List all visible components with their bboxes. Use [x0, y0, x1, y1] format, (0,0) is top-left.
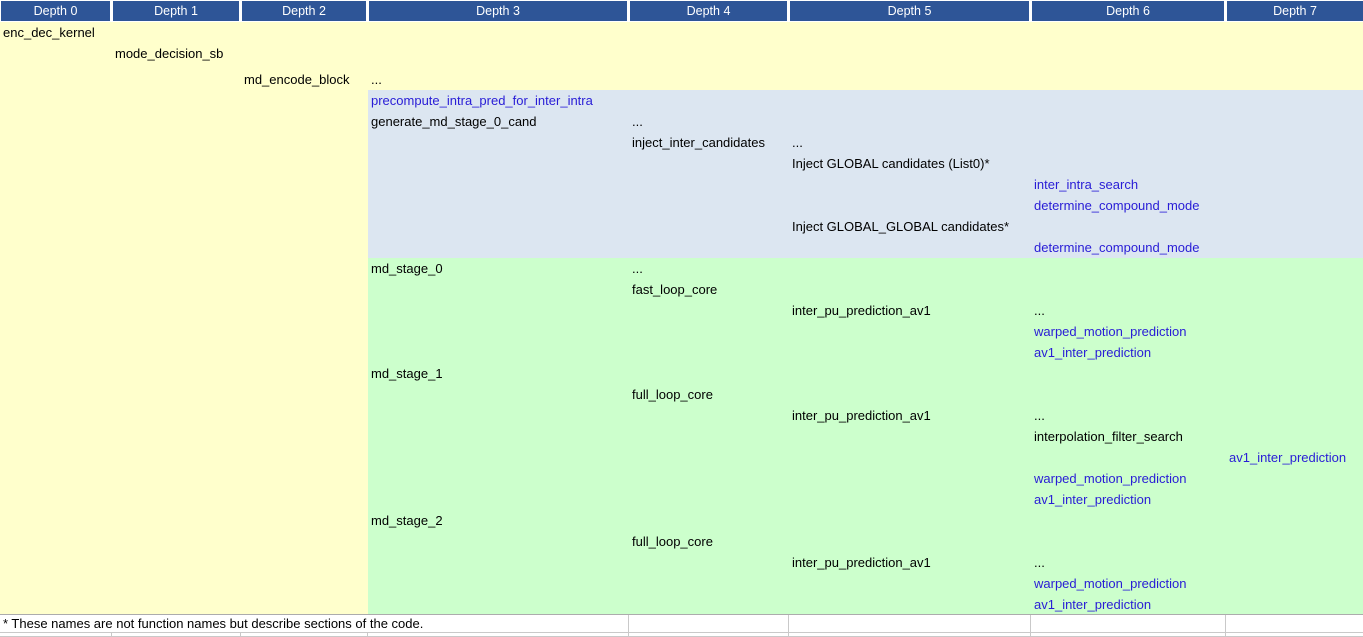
tree-row: interpolation_filter_search — [0, 426, 1363, 447]
tree-row: warped_motion_prediction — [0, 468, 1363, 489]
column-header-depth-4: Depth 4 — [630, 1, 787, 21]
link-determine-compound-mode[interactable]: determine_compound_mode — [1034, 237, 1200, 258]
tree-row: av1_inter_prediction — [0, 342, 1363, 363]
tree-row: md_stage_2 — [0, 510, 1363, 531]
tree-row: md_stage_1 — [0, 363, 1363, 384]
tree-row: inject_inter_candidates... — [0, 132, 1363, 153]
column-header-depth-6: Depth 6 — [1032, 1, 1224, 21]
section-fill-green — [368, 510, 1363, 531]
tree-row: generate_md_stage_0_cand... — [0, 111, 1363, 132]
tree-row: warped_motion_prediction — [0, 573, 1363, 594]
column-header-depth-3: Depth 3 — [369, 1, 627, 21]
section-fill-green — [368, 594, 1363, 615]
cell-ellipsis: ... — [1034, 300, 1045, 321]
tree-row: full_loop_core — [0, 384, 1363, 405]
cell-ellipsis: ... — [1034, 405, 1045, 426]
cell-md-stage-1: md_stage_1 — [371, 363, 443, 384]
tree-row: av1_inter_prediction — [0, 594, 1363, 615]
section-fill-blue — [368, 174, 1363, 195]
cell-ellipsis: ... — [371, 69, 382, 90]
cell-md-stage-0: md_stage_0 — [371, 258, 443, 279]
cell-ellipsis: ... — [632, 111, 643, 132]
section-fill-green — [368, 447, 1363, 468]
tree-row: warped_motion_prediction — [0, 321, 1363, 342]
gridline-vertical — [1225, 615, 1226, 632]
link-precompute-intra-pred-for-inter-intra[interactable]: precompute_intra_pred_for_inter_intra — [371, 90, 593, 111]
column-header-depth-2: Depth 2 — [242, 1, 366, 21]
cell-inject-global-global-candidates: Inject GLOBAL_GLOBAL candidates* — [792, 216, 1009, 237]
cell-full-loop-core: full_loop_core — [632, 531, 713, 552]
section-fill-blue — [368, 237, 1363, 258]
tree-row: md_stage_0... — [0, 258, 1363, 279]
column-header-depth-1: Depth 1 — [113, 1, 239, 21]
cell-ellipsis: ... — [792, 132, 803, 153]
cell-inject-inter-candidates: inject_inter_candidates — [632, 132, 765, 153]
gridline-vertical — [628, 615, 629, 632]
section-fill-green — [368, 363, 1363, 384]
cell-generate-md-stage-0-cand: generate_md_stage_0_cand — [371, 111, 537, 132]
gridline-vertical — [788, 615, 789, 632]
link-warped-motion-prediction[interactable]: warped_motion_prediction — [1034, 573, 1186, 594]
tree-row: enc_dec_kernel — [0, 22, 1363, 43]
cell-full-loop-core: full_loop_core — [632, 384, 713, 405]
link-av1-inter-prediction[interactable]: av1_inter_prediction — [1034, 594, 1151, 615]
section-fill-blue — [368, 195, 1363, 216]
tree-row: av1_inter_prediction — [0, 489, 1363, 510]
tree-row: md_encode_block... — [0, 64, 1363, 90]
cell-fast-loop-core: fast_loop_core — [632, 279, 717, 300]
link-av1-inter-prediction[interactable]: av1_inter_prediction — [1034, 342, 1151, 363]
section-fill-blue — [368, 132, 1363, 153]
column-header-depth-7: Depth 7 — [1227, 1, 1363, 21]
link-warped-motion-prediction[interactable]: warped_motion_prediction — [1034, 468, 1186, 489]
column-header-depth-5: Depth 5 — [790, 1, 1029, 21]
tree-row: inter_pu_prediction_av1... — [0, 300, 1363, 321]
section-fill-green — [368, 321, 1363, 342]
cell-mode-decision-sb: mode_decision_sb — [115, 43, 223, 64]
cell-ellipsis: ... — [632, 258, 643, 279]
cell-inter-pu-prediction-av1: inter_pu_prediction_av1 — [792, 405, 931, 426]
cell-md-encode-block: md_encode_block — [244, 69, 350, 90]
section-fill-green — [368, 279, 1363, 300]
section-fill-green — [368, 468, 1363, 489]
section-fill-green — [368, 258, 1363, 279]
link-av1-inter-prediction[interactable]: av1_inter_prediction — [1229, 447, 1346, 468]
section-fill-green — [368, 531, 1363, 552]
tree-row: mode_decision_sb — [0, 43, 1363, 64]
tree-row: Inject GLOBAL_GLOBAL candidates* — [0, 216, 1363, 237]
link-warped-motion-prediction[interactable]: warped_motion_prediction — [1034, 321, 1186, 342]
tree-row: determine_compound_mode — [0, 195, 1363, 216]
tree-row: precompute_intra_pred_for_inter_intra — [0, 90, 1363, 111]
section-fill-green — [368, 384, 1363, 405]
tree-row: Inject GLOBAL candidates (List0)* — [0, 153, 1363, 174]
cell-inter-pu-prediction-av1: inter_pu_prediction_av1 — [792, 552, 931, 573]
link-av1-inter-prediction[interactable]: av1_inter_prediction — [1034, 489, 1151, 510]
tree-row: full_loop_core — [0, 531, 1363, 552]
section-fill-green — [368, 342, 1363, 363]
call-hierarchy-sheet: Depth 0Depth 1Depth 2Depth 3Depth 4Depth… — [0, 0, 1363, 637]
tree-row: inter_pu_prediction_av1... — [0, 552, 1363, 573]
column-header-depth-0: Depth 0 — [1, 1, 110, 21]
section-fill-green — [368, 426, 1363, 447]
gridline-vertical — [1030, 615, 1031, 632]
cell-interpolation-filter-search: interpolation_filter_search — [1034, 426, 1183, 447]
tree-row: fast_loop_core — [0, 279, 1363, 300]
tree-row: inter_intra_search — [0, 174, 1363, 195]
footnote-row: * These names are not function names but… — [0, 614, 1363, 632]
cell-ellipsis: ... — [1034, 552, 1045, 573]
cell-inter-pu-prediction-av1: inter_pu_prediction_av1 — [792, 300, 931, 321]
footnote-text: * These names are not function names but… — [3, 615, 423, 632]
section-fill-green — [368, 573, 1363, 594]
cell-enc-dec-kernel: enc_dec_kernel — [3, 22, 95, 43]
cell-inject-global-candidates-list0: Inject GLOBAL candidates (List0)* — [792, 153, 990, 174]
tree-row: av1_inter_prediction — [0, 447, 1363, 468]
section-fill-green — [368, 489, 1363, 510]
link-inter-intra-search[interactable]: inter_intra_search — [1034, 174, 1138, 195]
cell-md-stage-2: md_stage_2 — [371, 510, 443, 531]
tree-row: inter_pu_prediction_av1... — [0, 405, 1363, 426]
link-determine-compound-mode[interactable]: determine_compound_mode — [1034, 195, 1200, 216]
tree-row: determine_compound_mode — [0, 237, 1363, 258]
